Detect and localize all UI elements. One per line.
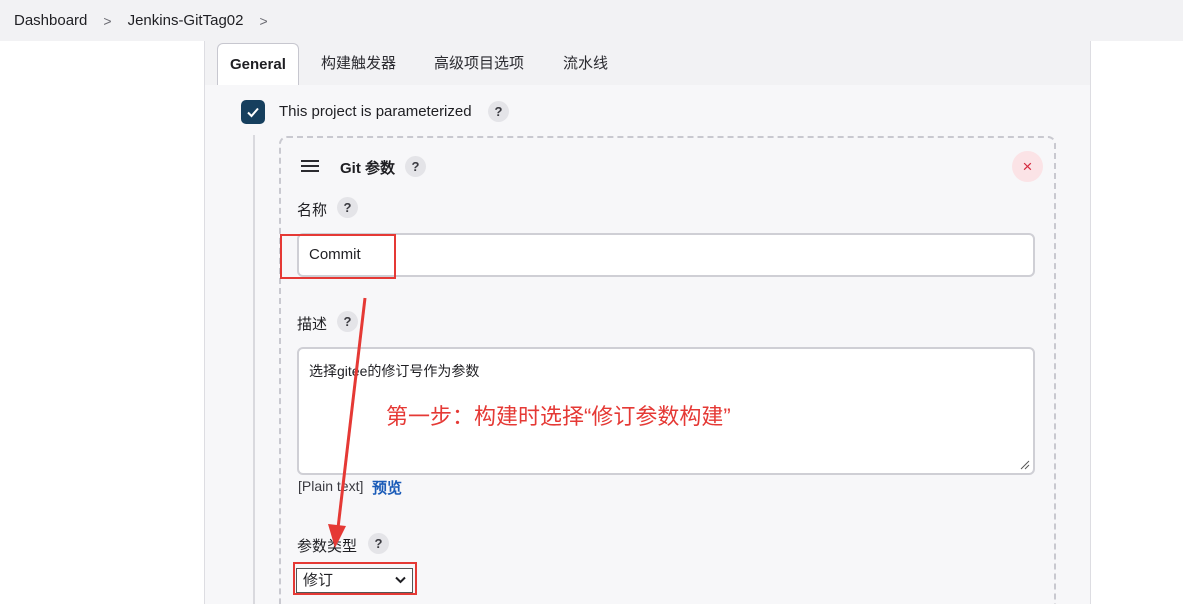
chevron-right-icon: > xyxy=(103,12,112,29)
help-icon[interactable]: ? xyxy=(368,533,389,554)
chevron-right-icon[interactable]: > xyxy=(259,13,267,29)
tab-general[interactable]: General xyxy=(217,43,299,85)
tab-advanced-options[interactable]: 高级项目选项 xyxy=(422,43,536,85)
annotation-step-text: 第一步：构建时选择“修订参数构建” xyxy=(386,404,731,429)
tabs-bar: General 构建触发器 高级项目选项 流水线 xyxy=(205,41,1090,85)
parameterized-label: This project is parameterized xyxy=(279,103,472,120)
annotation-box-type xyxy=(293,562,417,595)
plain-text-label: [Plain text] xyxy=(298,478,364,494)
preview-link[interactable]: 预览 xyxy=(372,477,402,498)
help-icon[interactable]: ? xyxy=(405,156,426,177)
annotation-box-name xyxy=(280,234,396,279)
param-type-label: 参数类型 xyxy=(297,538,358,555)
help-icon[interactable]: ? xyxy=(337,311,358,332)
tab-build-triggers[interactable]: 构建触发器 xyxy=(309,43,408,85)
resize-grip-icon[interactable] xyxy=(1020,460,1030,470)
drag-handle-icon[interactable] xyxy=(301,160,319,174)
breadcrumb-job[interactable]: Jenkins-GitTag02 xyxy=(128,12,244,29)
help-icon[interactable]: ? xyxy=(337,197,358,218)
description-text: 选择gitee的修订号作为参数 xyxy=(309,363,480,379)
git-param-title: Git 参数 xyxy=(340,160,395,177)
close-icon[interactable]: × xyxy=(1012,151,1043,182)
help-icon[interactable]: ? xyxy=(488,101,509,122)
config-panel: General 构建触发器 高级项目选项 流水线 This project is… xyxy=(204,41,1091,604)
indent-line xyxy=(253,135,255,604)
name-input[interactable]: Commit xyxy=(297,233,1035,277)
description-label: 描述 xyxy=(297,316,328,333)
parameterized-checkbox[interactable] xyxy=(241,100,265,124)
tab-pipeline[interactable]: 流水线 xyxy=(551,43,620,85)
breadcrumb-dashboard[interactable]: Dashboard xyxy=(14,12,87,29)
name-label: 名称 xyxy=(297,202,328,219)
breadcrumb: Dashboard > Jenkins-GitTag02 > xyxy=(0,0,1183,41)
checkmark-icon xyxy=(247,107,259,118)
